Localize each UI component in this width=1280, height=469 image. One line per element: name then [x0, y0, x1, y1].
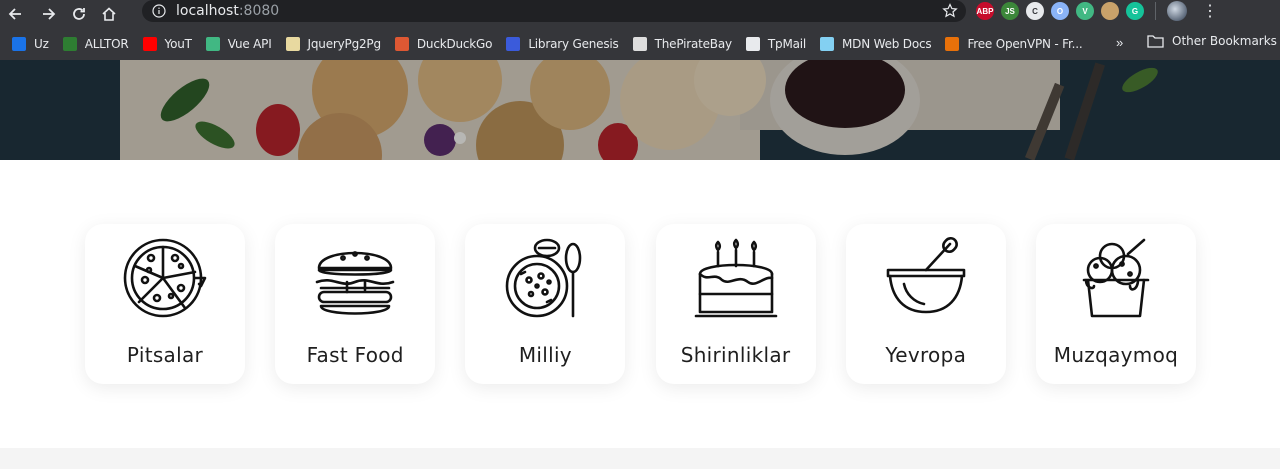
reload-icon: [73, 8, 85, 20]
cake-icon: [694, 238, 777, 318]
bookmark-label: YouT: [164, 37, 192, 51]
hero-overlay: [0, 60, 1280, 160]
category-list: Pitsalar Fast Food Milliy Shirinliklar Y…: [85, 224, 1196, 384]
mortar-bowl-icon: [886, 236, 966, 314]
bookmark-item[interactable]: Vue API: [205, 37, 272, 51]
forward-arrow-icon: [43, 8, 56, 20]
category-card-muzqaymoq[interactable]: Muzqaymoq: [1035, 224, 1196, 384]
duckduckgo-icon: [394, 37, 409, 51]
category-label: Shirinliklar: [680, 343, 791, 367]
browser-menu-icon[interactable]: ⋮: [1202, 1, 1218, 21]
bookmark-label: Vue API: [227, 37, 272, 51]
bookmark-item[interactable]: ThePirateBay: [632, 37, 732, 51]
extension-o-icon[interactable]: O: [1051, 2, 1069, 20]
extensions-area: ABP JS C O V G ⋮: [976, 0, 1218, 22]
category-card-milliy[interactable]: Milliy: [465, 224, 626, 384]
extension-face-icon[interactable]: [1101, 2, 1119, 20]
extensions-divider: [1155, 2, 1156, 20]
bookmark-item[interactable]: TpMail: [745, 37, 807, 51]
bookmark-label: ALLTOR: [84, 37, 129, 51]
grammarly-icon[interactable]: G: [1126, 2, 1144, 20]
category-label: Pitsalar: [126, 343, 204, 367]
bookmark-label: Uz: [34, 37, 49, 51]
openvpn-icon: [945, 37, 960, 51]
national-dish-icon: [506, 238, 582, 318]
bookmark-label: ThePirateBay: [654, 37, 732, 51]
vue-icon: [205, 37, 220, 51]
bookmark-label: JqueryPg2Pg: [307, 37, 382, 51]
bookmark-label: Library Genesis: [528, 37, 619, 51]
reload-button[interactable]: [64, 0, 94, 28]
jquery-icon: [285, 37, 300, 51]
hero-banner-image: [0, 60, 1280, 160]
url-text: localhost:8080: [176, 3, 279, 19]
bookmarks-overflow-button[interactable]: »: [1116, 35, 1123, 50]
libgen-icon: [506, 37, 521, 51]
bookmark-item[interactable]: DuckDuckGo: [394, 37, 493, 51]
bookmark-label: Free OpenVPN - Fr...: [967, 37, 1083, 51]
bookmark-label: MDN Web Docs: [842, 37, 932, 51]
alltor-icon: [62, 37, 77, 51]
other-bookmarks-label: Other Bookmarks: [1172, 34, 1277, 48]
burger-icon: [315, 251, 395, 315]
category-label: Fast Food: [306, 343, 404, 367]
bookmark-item[interactable]: JqueryPg2Pg: [285, 37, 382, 51]
bookmark-item[interactable]: Uz: [12, 37, 49, 51]
category-card-pitsalar[interactable]: Pitsalar: [85, 224, 245, 384]
info-icon[interactable]: [152, 4, 166, 18]
bookmark-item[interactable]: Library Genesis: [506, 37, 619, 51]
section-footer-band: [0, 448, 1280, 469]
adblock-plus-icon[interactable]: ABP: [976, 2, 994, 20]
mdn-icon: [820, 37, 835, 51]
globe-icon: [745, 37, 760, 51]
browser-toolbar: localhost:8080 ABP JS C O V G ⋮: [0, 0, 1280, 28]
category-label: Yevropa: [885, 343, 967, 367]
youtube-icon: [142, 37, 157, 51]
url-port: :8080: [238, 3, 280, 19]
ice-cream-icon: [1082, 238, 1150, 318]
category-card-yevropa[interactable]: Yevropa: [845, 224, 1006, 384]
home-button[interactable]: [94, 0, 124, 28]
other-bookmarks-folder[interactable]: Other Bookmarks: [1147, 34, 1277, 48]
bookmark-star-icon[interactable]: [942, 3, 958, 19]
url-host: localhost: [176, 3, 239, 19]
forward-button[interactable]: [34, 0, 64, 28]
bookmark-label: DuckDuckGo: [416, 37, 493, 51]
bookmark-item[interactable]: YouT: [142, 37, 192, 51]
address-bar[interactable]: localhost:8080: [142, 0, 966, 22]
category-card-shirinliklar[interactable]: Shirinliklar: [655, 224, 816, 384]
uz-icon: [12, 37, 26, 51]
category-label: Muzqaymoq: [1053, 343, 1179, 367]
back-button[interactable]: [0, 0, 30, 28]
category-card-fast-food[interactable]: Fast Food: [275, 224, 436, 384]
profile-avatar[interactable]: [1167, 1, 1187, 21]
nodejs-icon[interactable]: JS: [1001, 2, 1019, 20]
bookmark-item[interactable]: ALLTOR: [62, 37, 129, 51]
bookmarks-bar: Uz ALLTOR YouT Vue API JqueryPg2Pg DuckDuckGo…: [0, 28, 1280, 60]
folder-icon: [1147, 35, 1164, 48]
extension-c-icon[interactable]: C: [1026, 2, 1044, 20]
pizza-icon: [123, 238, 207, 318]
bookmark-item[interactable]: MDN Web Docs: [820, 37, 932, 51]
category-label: Milliy: [518, 343, 572, 367]
back-arrow-icon: [8, 8, 21, 20]
bookmark-label: TpMail: [767, 37, 807, 51]
home-icon: [102, 7, 116, 21]
bookmark-item[interactable]: Free OpenVPN - Fr...: [945, 37, 1083, 51]
vue-devtools-icon[interactable]: V: [1076, 2, 1094, 20]
piratebay-icon: [632, 37, 647, 51]
